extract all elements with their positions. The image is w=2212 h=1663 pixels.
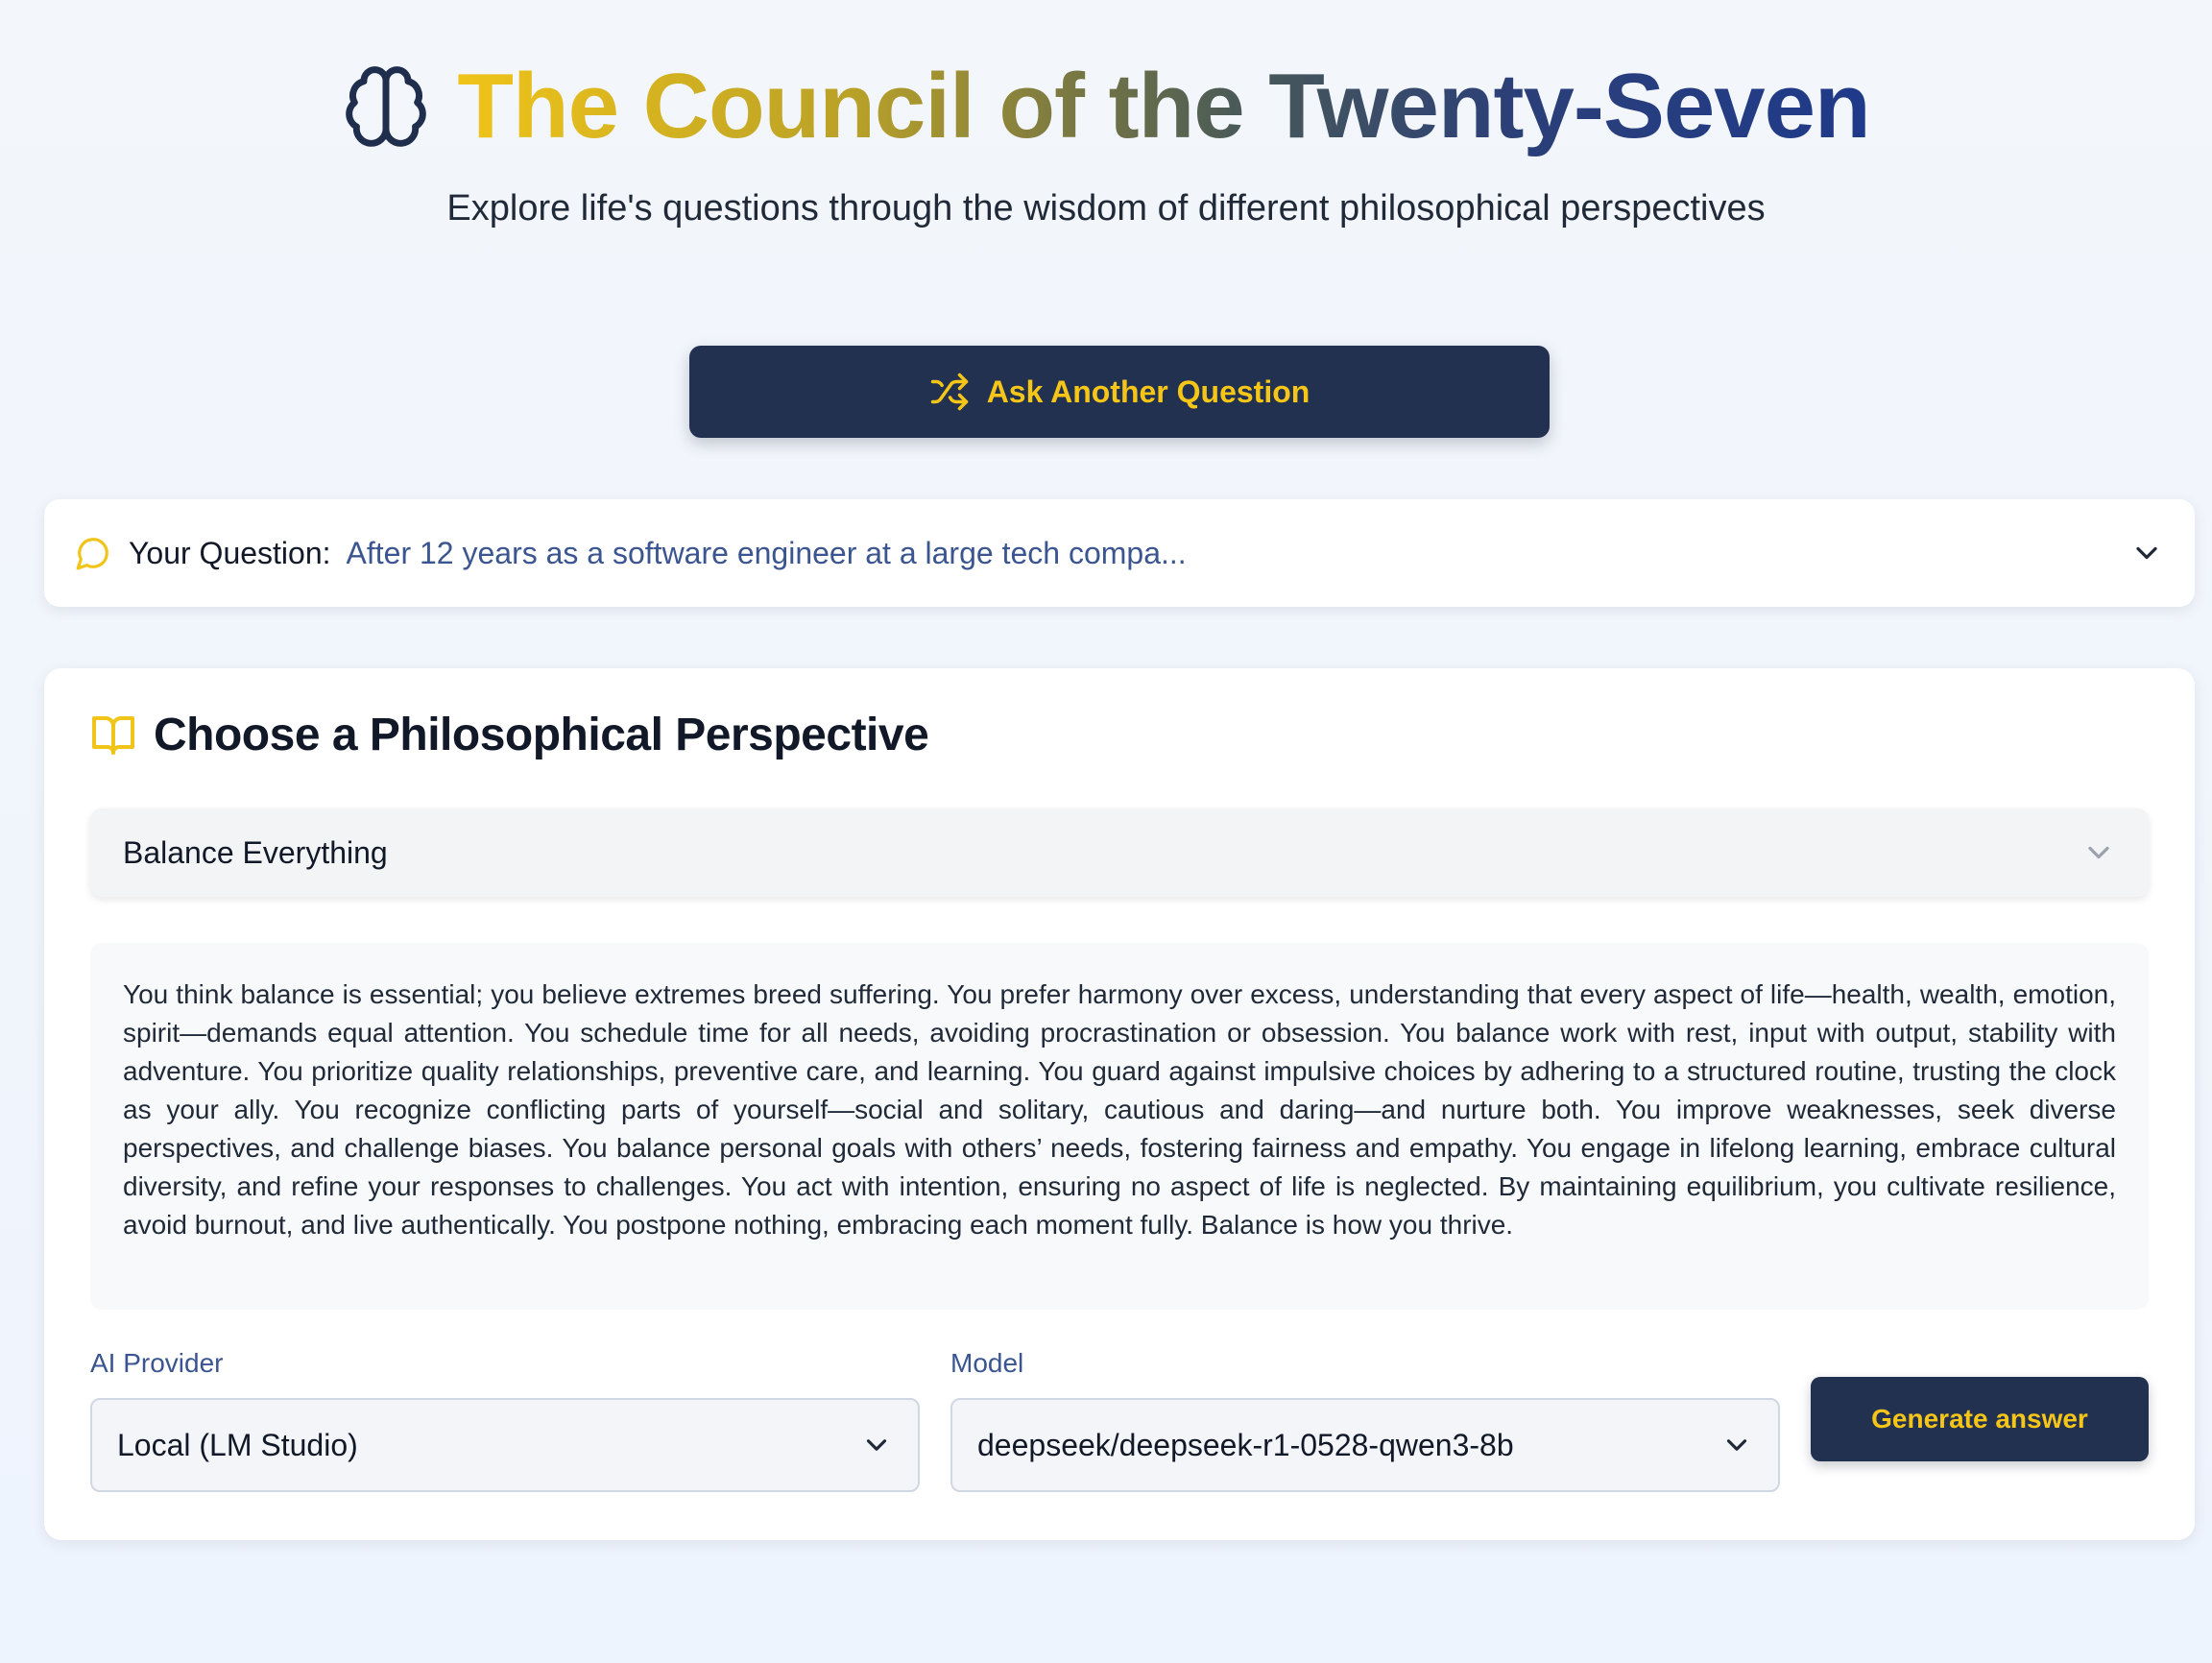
generate-answer-button[interactable]: Generate answer bbox=[1811, 1377, 2149, 1461]
perspective-card: Choose a Philosophical Perspective Balan… bbox=[44, 668, 2195, 1540]
brain-icon bbox=[342, 62, 430, 151]
chevron-down-icon bbox=[2088, 846, 2109, 859]
ask-another-question-button[interactable]: Ask Another Question bbox=[689, 346, 1550, 438]
ai-provider-select[interactable]: Local (LM Studio) bbox=[90, 1398, 920, 1492]
ai-provider-value: Local (LM Studio) bbox=[117, 1427, 358, 1462]
model-select[interactable]: deepseek/deepseek-r1-0528-qwen3-8b bbox=[950, 1398, 1780, 1492]
header: The Council of the Twenty-Seven bbox=[0, 56, 2212, 157]
chevron-down-icon[interactable] bbox=[2129, 536, 2164, 570]
page-title: The Council of the Twenty-Seven bbox=[457, 55, 1870, 157]
question-text: After 12 years as a software engineer at… bbox=[346, 535, 1187, 570]
shuffle-icon bbox=[930, 373, 968, 411]
model-label: Model bbox=[950, 1348, 1024, 1378]
page-subtitle: Explore life's questions through the wis… bbox=[446, 188, 1766, 229]
page: The Council of the Twenty-Seven Explore … bbox=[0, 0, 2212, 1663]
ai-provider-label: AI Provider bbox=[90, 1348, 224, 1378]
chevron-down-icon bbox=[866, 1439, 887, 1451]
perspective-description: You think balance is essential; you beli… bbox=[90, 943, 2149, 1310]
chevron-down-icon bbox=[1726, 1439, 1747, 1451]
question-accordion[interactable]: Your Question: After 12 years as a softw… bbox=[44, 499, 2195, 607]
question-label: Your Question: bbox=[129, 535, 331, 570]
perspective-title: Choose a Philosophical Perspective bbox=[154, 710, 929, 760]
perspective-selected-value: Balance Everything bbox=[123, 834, 388, 870]
open-book-icon bbox=[92, 715, 134, 755]
message-circle-icon bbox=[76, 538, 108, 570]
perspective-select[interactable]: Balance Everything bbox=[90, 808, 2149, 897]
perspective-heading: Choose a Philosophical Perspective bbox=[90, 709, 929, 761]
ask-another-question-label: Ask Another Question bbox=[986, 374, 1310, 409]
generate-answer-label: Generate answer bbox=[1871, 1404, 2088, 1434]
model-value: deepseek/deepseek-r1-0528-qwen3-8b bbox=[977, 1427, 1514, 1462]
